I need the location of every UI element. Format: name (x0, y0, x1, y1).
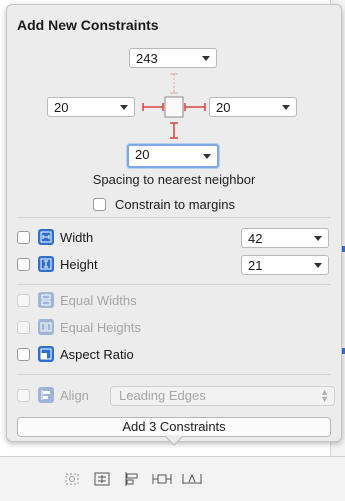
equal-widths-label: Equal Widths (60, 292, 137, 308)
equal-heights-checkbox (17, 320, 30, 334)
width-label: Width (60, 229, 94, 245)
align-label: Align (60, 387, 89, 403)
width-value: 42 (248, 231, 263, 246)
right-constraint-bar[interactable] (184, 103, 206, 111)
aspect-ratio-icon (38, 346, 54, 362)
popover-arrow (164, 435, 184, 446)
chevron-down-icon[interactable] (282, 105, 290, 110)
auto-layout-toolbar (0, 463, 220, 495)
equal-heights-row: Equal Heights (17, 316, 141, 338)
popover-title: Add New Constraints (17, 17, 159, 33)
equal-widths-row: Equal Widths (17, 289, 137, 311)
bottom-constraint-bar[interactable] (170, 122, 178, 139)
aspect-ratio-checkbox[interactable] (17, 347, 30, 361)
chevron-down-icon[interactable] (314, 263, 322, 268)
top-spacing-value: 243 (136, 51, 158, 66)
height-label: Height (60, 256, 98, 272)
height-value-field[interactable]: 21 (241, 255, 329, 275)
left-constraint-bar[interactable] (142, 103, 164, 111)
embed-in-stack-icon[interactable] (90, 467, 114, 491)
constrain-to-margins-row[interactable]: Constrain to margins (93, 193, 235, 215)
equal-heights-icon (38, 319, 54, 335)
height-constraint-icon (38, 256, 54, 272)
width-row[interactable]: Width (17, 226, 93, 248)
spacing-helper-text: Spacing to nearest neighbor (92, 172, 256, 187)
height-row[interactable]: Height (17, 253, 98, 275)
resolve-issues-icon[interactable] (180, 467, 204, 491)
chevron-down-icon[interactable] (120, 105, 128, 110)
height-value: 21 (248, 258, 263, 273)
align-icon[interactable] (120, 467, 144, 491)
height-checkbox[interactable] (17, 257, 30, 271)
align-leading-icon (38, 387, 54, 403)
divider (17, 374, 331, 375)
align-row: Align (17, 384, 89, 406)
width-constraint-icon (38, 229, 54, 245)
constrain-to-margins-label: Constrain to margins (115, 196, 235, 212)
left-spacing-field[interactable]: 20 (47, 97, 135, 117)
bottom-spacing-value: 20 (135, 147, 150, 162)
add-constraints-popover: Add New Constraints 243 20 20 20 Spacing… (6, 4, 342, 442)
aspect-ratio-label: Aspect Ratio (60, 346, 134, 362)
view-square (164, 96, 184, 118)
right-spacing-field[interactable]: 20 (209, 97, 297, 117)
width-value-field[interactable]: 42 (241, 228, 329, 248)
constraint-diagram (142, 73, 206, 139)
left-spacing-value: 20 (54, 100, 69, 115)
align-select: Leading Edges ▲ ▼ (110, 386, 335, 406)
stepper-icon: ▲ ▼ (320, 387, 329, 404)
update-frames-icon[interactable] (60, 467, 84, 491)
equal-widths-checkbox (17, 293, 30, 307)
divider (17, 284, 331, 285)
align-select-value: Leading Edges (119, 388, 206, 403)
align-checkbox (17, 388, 30, 402)
right-spacing-value: 20 (216, 100, 231, 115)
width-checkbox[interactable] (17, 230, 30, 244)
top-spacing-field[interactable]: 243 (129, 48, 217, 68)
chevron-down-icon[interactable] (203, 154, 211, 159)
bottom-spacing-field[interactable]: 20 (127, 144, 219, 168)
equal-widths-icon (38, 292, 54, 308)
aspect-ratio-row[interactable]: Aspect Ratio (17, 343, 134, 365)
constrain-to-margins-checkbox[interactable] (93, 197, 106, 211)
top-constraint-bar[interactable] (170, 73, 178, 94)
equal-heights-label: Equal Heights (60, 319, 141, 335)
canvas-bottom-toolbar (0, 456, 345, 501)
divider (17, 217, 331, 218)
chevron-down-icon[interactable] (202, 56, 210, 61)
chevron-down-icon[interactable] (314, 236, 322, 241)
add-constraints-button[interactable]: Add 3 Constraints (17, 417, 331, 437)
add-constraints-icon[interactable] (150, 467, 174, 491)
